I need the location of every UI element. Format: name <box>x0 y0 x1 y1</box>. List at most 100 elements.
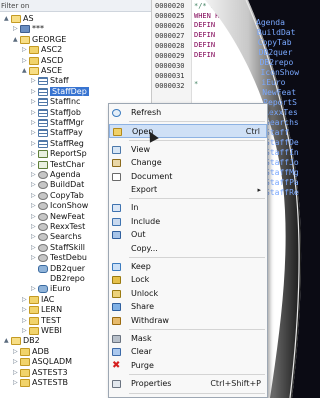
collapsed-arrow-icon[interactable]: ▷ <box>22 45 29 55</box>
code-line: WHEN R <box>194 11 220 20</box>
menu-out[interactable]: Out <box>109 228 267 242</box>
tree-item-staffreg[interactable]: ▷ StaffReg <box>31 139 84 149</box>
menu-lock[interactable]: Lock <box>109 273 267 287</box>
tree-item-adb[interactable]: ▷ ADB <box>13 347 49 357</box>
collapsed-arrow-icon[interactable]: ▷ <box>31 222 38 232</box>
tree-item-astestb[interactable]: ▷ ASTESTB <box>13 378 68 388</box>
menu-document[interactable]: Document <box>109 170 267 184</box>
collapsed-arrow-icon[interactable]: ▷ <box>13 24 20 34</box>
tree-item-staffdep[interactable]: ▷ StaffDep <box>31 86 89 97</box>
expanded-arrow-icon[interactable]: ▲ <box>13 35 20 45</box>
collapsed-arrow-icon[interactable]: ▷ <box>31 139 38 149</box>
menu-include[interactable]: Include <box>109 215 267 229</box>
tree-item-reportsp[interactable]: ▷ ReportSp <box>31 149 87 159</box>
tree-item-iac[interactable]: ▷ IAC <box>22 295 54 305</box>
menu-export[interactable]: Export ▸ <box>109 183 267 197</box>
tree-item-testdebu[interactable]: ▷ TestDebu <box>31 253 87 263</box>
menu-copy[interactable]: Copy... <box>109 242 267 256</box>
collapsed-arrow-icon[interactable]: ▷ <box>22 316 29 326</box>
tree-item-asqladm[interactable]: ▷ ASQLADM <box>13 357 72 367</box>
tree-item-test[interactable]: ▷ TEST <box>22 316 61 326</box>
table-icon <box>38 108 48 117</box>
tree-item-ascd[interactable]: ▷ ASCD <box>22 56 63 66</box>
menu-share[interactable]: Share <box>109 300 267 314</box>
menu-withdraw[interactable]: Withdraw <box>109 314 267 328</box>
menu-unlock[interactable]: Unlock <box>109 287 267 301</box>
tree-item-asc2[interactable]: ▷ ASC2 <box>22 45 62 55</box>
tree-item-staffskill[interactable]: ▷ StaffSkill <box>31 243 85 253</box>
menu-in[interactable]: In <box>109 201 267 215</box>
menu-accelerator: Ctrl <box>245 127 260 137</box>
tree-item-testchar[interactable]: ▷ TestChar <box>31 160 85 170</box>
collapsed-arrow-icon[interactable]: ▷ <box>31 191 38 201</box>
collapsed-arrow-icon[interactable]: ▷ <box>31 128 38 138</box>
collapsed-arrow-icon[interactable]: ▷ <box>31 201 38 211</box>
collapsed-arrow-icon[interactable]: ▷ <box>31 76 38 86</box>
tree-item-db2repo[interactable]: DB2repo <box>31 274 85 284</box>
menu-refresh[interactable]: Refresh <box>109 106 267 120</box>
collapsed-arrow-icon[interactable]: ▷ <box>31 170 38 180</box>
tree-item-label: ASTESTB <box>32 378 68 387</box>
table-icon <box>38 77 48 86</box>
tree-item-agenda[interactable]: ▷ Agenda <box>31 170 81 180</box>
tree-item-ieuro[interactable]: ▷ iEuro <box>31 284 70 294</box>
menu-view[interactable]: View <box>109 143 267 157</box>
tree-item-newfeat[interactable]: ▷ NewFeat <box>31 212 85 222</box>
tree-item-copytab[interactable]: ▷ CopyTab <box>31 191 84 201</box>
expanded-arrow-icon[interactable]: ▲ <box>22 66 29 76</box>
collapsed-arrow-icon[interactable]: ▷ <box>31 160 38 170</box>
tree-item-rexxtest[interactable]: ▷ RexxTest <box>31 222 85 232</box>
collapsed-arrow-icon[interactable]: ▷ <box>31 243 38 253</box>
tree-item-astest3[interactable]: ▷ ASTEST3 <box>13 368 68 378</box>
collapsed-arrow-icon[interactable]: ▷ <box>13 368 20 378</box>
expanded-arrow-icon[interactable]: ▲ <box>4 14 11 24</box>
tree-item-staff[interactable]: ▷ Staff <box>31 76 69 86</box>
collapsed-arrow-icon[interactable]: ▷ <box>13 347 20 357</box>
menu-keep[interactable]: Keep <box>109 260 267 274</box>
tree-item-webi[interactable]: ▷ WEBI <box>22 326 62 336</box>
menu-change[interactable]: Change <box>109 156 267 170</box>
collapsed-arrow-icon[interactable]: ▷ <box>31 108 38 118</box>
tree-item-iconshow[interactable]: ▷ IconShow <box>31 201 88 211</box>
collapsed-arrow-icon[interactable]: ▷ <box>22 326 29 336</box>
tree-item-builddat[interactable]: ▷ BuildDat <box>31 180 84 190</box>
menu-open[interactable]: Open Ctrl <box>109 124 267 139</box>
collapsed-arrow-icon[interactable]: ▷ <box>31 149 38 159</box>
tree-item-staffmgr[interactable]: ▷ StaffMgr <box>31 118 84 128</box>
collapsed-arrow-icon[interactable]: ▷ <box>31 253 38 263</box>
menu-properties[interactable]: Properties Ctrl+Shift+P <box>109 377 267 391</box>
collapsed-arrow-icon[interactable]: ▷ <box>31 87 38 97</box>
include-icon <box>112 217 121 226</box>
folder-icon <box>29 295 39 304</box>
collapsed-arrow-icon[interactable]: ▷ <box>31 118 38 128</box>
collapsed-arrow-icon[interactable]: ▷ <box>31 284 38 294</box>
collapsed-arrow-icon[interactable]: ▷ <box>31 180 38 190</box>
tree-item-as[interactable]: ▲ AS <box>4 14 34 24</box>
tree-item-searchs[interactable]: ▷ Searchs <box>31 232 82 242</box>
tree-item-staffpay[interactable]: ▷ StaffPay <box>31 128 83 138</box>
line-number: 0000030 <box>155 62 185 70</box>
gear-icon <box>38 254 48 263</box>
tree-item-[interactable]: ▷ *** <box>13 24 44 34</box>
menu-item-label: Lock <box>131 275 150 285</box>
tree-item-asce[interactable]: ▲ ASCE <box>22 66 62 76</box>
menu-mask[interactable]: Mask <box>109 332 267 346</box>
tree-item-db2quer[interactable]: DB2quer <box>31 264 85 274</box>
collapsed-arrow-icon[interactable]: ▷ <box>13 357 20 367</box>
collapsed-arrow-icon[interactable]: ▷ <box>31 97 38 107</box>
collapsed-arrow-icon[interactable]: ▷ <box>13 378 20 388</box>
tree-item-staffjob[interactable]: ▷ StaffJob <box>31 108 81 118</box>
collapsed-arrow-icon[interactable]: ▷ <box>31 212 38 222</box>
expanded-arrow-icon[interactable]: ▲ <box>4 336 11 346</box>
folder-icon <box>29 316 39 325</box>
menu-purge[interactable]: ✖ Purge <box>109 359 267 373</box>
tree-item-george[interactable]: ▲ GEORGE <box>13 35 66 45</box>
tree-item-lern[interactable]: ▷ LERN <box>22 305 62 315</box>
menu-clear[interactable]: Clear <box>109 345 267 359</box>
tree-item-db2[interactable]: ▲ DB2 <box>4 336 40 346</box>
tree-item-staffinc[interactable]: ▷ StaffInc <box>31 97 80 107</box>
collapsed-arrow-icon[interactable]: ▷ <box>31 232 38 242</box>
collapsed-arrow-icon[interactable]: ▷ <box>22 56 29 66</box>
collapsed-arrow-icon[interactable]: ▷ <box>22 295 29 305</box>
collapsed-arrow-icon[interactable]: ▷ <box>22 305 29 315</box>
